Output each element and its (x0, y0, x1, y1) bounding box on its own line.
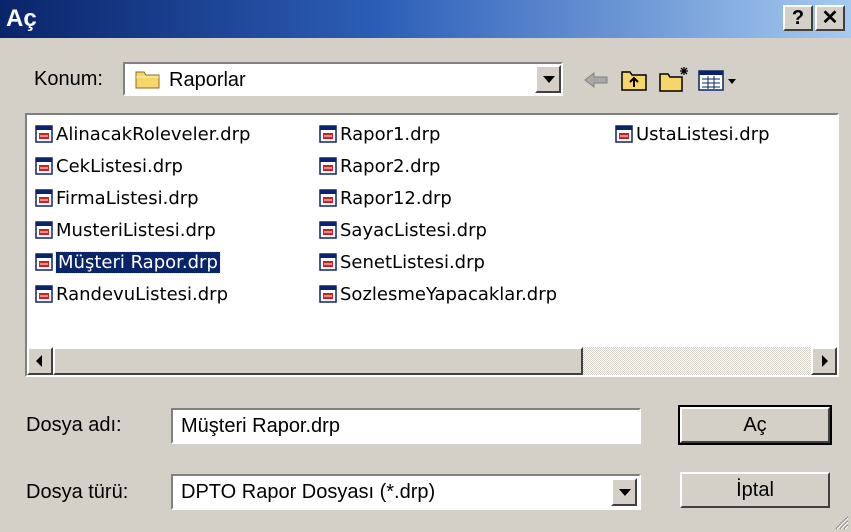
file-item[interactable]: AlinacakRoleveler.drp (35, 121, 250, 147)
view-menu-icon[interactable] (697, 64, 741, 96)
help-button[interactable]: ? (783, 5, 813, 31)
filetype-label: Dosya türü: (26, 481, 129, 503)
filename-input[interactable]: Müşteri Rapor.drp (171, 408, 641, 444)
filetype-dropdown-button[interactable] (611, 478, 637, 506)
file-list[interactable]: AlinacakRoleveler.drp CekListesi.drp Firma… (25, 113, 839, 377)
file-icon (35, 285, 53, 303)
filetype-select[interactable]: DPTO Rapor Dosyası (*.drp) (171, 474, 641, 510)
scroll-right-icon (822, 355, 828, 367)
file-item[interactable]: MusteriListesi.drp (35, 217, 216, 243)
file-name: AlinacakRoleveler.drp (56, 123, 251, 145)
file-icon (319, 125, 337, 143)
file-icon (35, 253, 53, 271)
scroll-thumb[interactable] (53, 347, 583, 375)
file-icon (319, 285, 337, 303)
file-item[interactable]: Müşteri Rapor.drp (35, 249, 221, 275)
close-button[interactable]: ✕ (815, 5, 845, 31)
title-bar[interactable]: Aç ? ✕ (0, 0, 851, 38)
open-dialog: Aç ? ✕ Konum: Raporlar AlinacakRoleveler… (0, 0, 851, 532)
scroll-left-icon (36, 355, 42, 367)
resize-grip-icon[interactable] (833, 514, 849, 530)
location-label: Konum: (34, 68, 103, 90)
file-item[interactable]: CekListesi.drp (35, 153, 183, 179)
file-name: RandevuListesi.drp (56, 283, 229, 305)
file-item[interactable]: Rapor1.drp (319, 121, 440, 147)
file-item[interactable]: SayacListesi.drp (319, 217, 487, 243)
file-item[interactable]: SenetListesi.drp (319, 249, 485, 275)
scroll-left-button[interactable] (27, 347, 53, 375)
file-item[interactable]: FirmaListesi.drp (35, 185, 199, 211)
close-icon: ✕ (821, 7, 839, 29)
file-icon (615, 125, 633, 143)
file-icon (35, 221, 53, 239)
file-name: SozlesmeYapacaklar.drp (340, 283, 558, 305)
file-item[interactable]: RandevuListesi.drp (35, 281, 228, 307)
file-icon (319, 157, 337, 175)
help-icon: ? (791, 7, 805, 29)
folder-icon (135, 71, 160, 89)
filetype-value: DPTO Rapor Dosyası (*.drp) (181, 481, 436, 503)
file-name: Müşteri Rapor.drp (55, 250, 221, 274)
file-name: Rapor12.drp (340, 187, 452, 209)
open-button[interactable]: Aç (678, 405, 832, 445)
file-name: Rapor1.drp (340, 123, 441, 145)
location-combo[interactable]: Raporlar (123, 62, 563, 96)
cancel-button[interactable]: İptal (680, 472, 830, 508)
file-icon (319, 253, 337, 271)
filename-label: Dosya adı: (26, 414, 122, 436)
back-arrow-icon[interactable] (581, 64, 611, 96)
file-icon (35, 125, 53, 143)
up-folder-icon[interactable] (619, 64, 649, 96)
file-icon (35, 189, 53, 207)
scroll-track[interactable] (583, 347, 811, 375)
file-item[interactable]: Rapor2.drp (319, 153, 440, 179)
file-icon (319, 221, 337, 239)
file-icon (35, 157, 53, 175)
file-item[interactable]: SozlesmeYapacaklar.drp (319, 281, 557, 307)
file-name: UstaListesi.drp (636, 123, 770, 145)
scroll-right-button[interactable] (811, 347, 837, 375)
file-name: SenetListesi.drp (340, 251, 485, 273)
new-folder-icon[interactable] (657, 64, 691, 96)
horizontal-scrollbar[interactable] (27, 347, 837, 375)
file-name: Rapor2.drp (340, 155, 441, 177)
filename-value: Müşteri Rapor.drp (181, 415, 340, 437)
cancel-button-label: İptal (736, 479, 774, 501)
file-icon (319, 189, 337, 207)
open-button-label: Aç (743, 414, 767, 436)
file-name: FirmaListesi.drp (56, 187, 199, 209)
file-item[interactable]: Rapor12.drp (319, 185, 452, 211)
file-name: MusteriListesi.drp (56, 219, 216, 241)
location-value: Raporlar (169, 69, 246, 91)
file-name: SayacListesi.drp (340, 219, 487, 241)
file-name: CekListesi.drp (56, 155, 183, 177)
dialog-title: Aç (6, 5, 37, 32)
file-item[interactable]: UstaListesi.drp (615, 121, 770, 147)
location-dropdown-button[interactable] (535, 65, 561, 93)
